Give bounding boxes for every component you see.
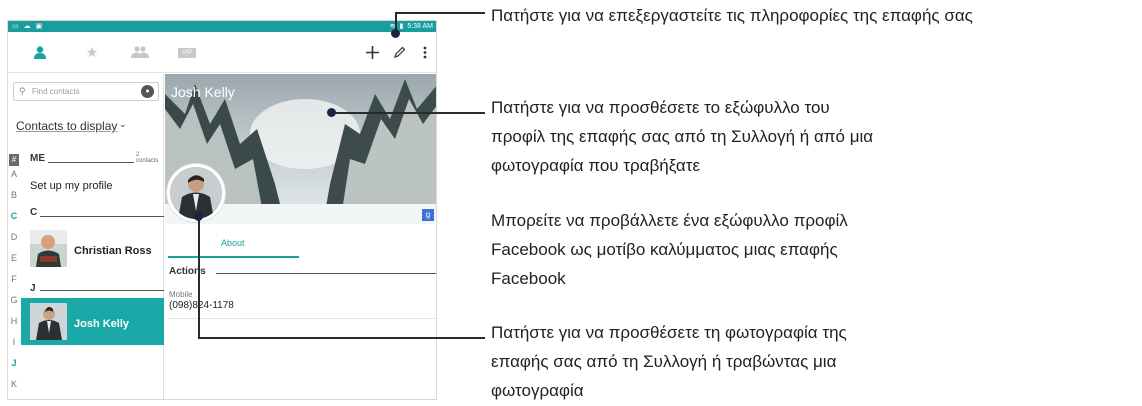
contact-name[interactable]: Josh Kelly bbox=[74, 318, 129, 330]
callout-photo-text-line3: φωτογραφία bbox=[491, 381, 584, 400]
alphabet-index[interactable]: # A B C D E F G H I J K bbox=[8, 154, 20, 399]
section-divider bbox=[48, 162, 134, 163]
index-letter[interactable]: J bbox=[8, 358, 20, 368]
callout-photo-text-line1: Πατήστε για να προσθέσετε τη φωτογραφία … bbox=[491, 323, 847, 342]
index-letter[interactable]: I bbox=[8, 337, 20, 347]
callout-cover-text-line3: φωτογραφία που τραβήξατε bbox=[491, 156, 701, 175]
section-header-j: J bbox=[30, 283, 36, 294]
tablet-screen: ▭ ☁ ▣ ≋ ▮ 5:38 AM ★ VIP ⚲ Find contacts … bbox=[7, 20, 437, 400]
tab-about[interactable]: About bbox=[221, 238, 245, 248]
christian-ross-avatar bbox=[30, 230, 67, 267]
app-bar: ★ VIP bbox=[8, 32, 436, 73]
more-vertical-icon bbox=[423, 46, 427, 58]
callout-edit-text: Πατήστε για να επεξεργαστείτε τις πληροφ… bbox=[491, 6, 973, 25]
mobile-number[interactable]: (098)824-1178 bbox=[169, 300, 234, 311]
section-divider bbox=[40, 216, 164, 217]
callout-dot-photo bbox=[194, 212, 203, 221]
index-letter[interactable]: F bbox=[8, 274, 20, 284]
me-count: 2 contacts bbox=[136, 152, 159, 164]
actions-divider bbox=[216, 273, 436, 274]
contacts-to-display-dropdown[interactable]: Contacts to display bbox=[16, 119, 117, 133]
tab-indicator bbox=[168, 256, 299, 258]
section-divider bbox=[40, 290, 164, 291]
tab-groups[interactable] bbox=[128, 42, 152, 62]
callout-dot-edit bbox=[391, 29, 400, 38]
status-notification-icons: ▭ ☁ ▣ bbox=[12, 21, 42, 32]
section-header-c: C bbox=[30, 207, 38, 218]
index-letter[interactable]: A bbox=[8, 169, 20, 179]
pencil-icon bbox=[394, 46, 406, 58]
plus-icon bbox=[365, 45, 379, 59]
search-input[interactable]: ⚲ Find contacts ● bbox=[13, 82, 159, 101]
mobile-label: Mobile bbox=[169, 290, 193, 299]
status-time: 5:38 AM bbox=[407, 23, 433, 30]
callout-facebook-text-line1: Μπορείτε να προβάλλετε ένα εξώφυλλο προφ… bbox=[491, 211, 848, 230]
tab-vip[interactable]: VIP bbox=[178, 48, 196, 58]
row-divider bbox=[168, 318, 436, 319]
tab-favorites[interactable]: ★ bbox=[80, 42, 104, 62]
battery-icon: ▮ bbox=[399, 23, 404, 30]
callout-cover-text-line2: προφίλ της επαφής σας από τη Συλλογή ή α… bbox=[491, 127, 874, 146]
microphone-icon[interactable]: ● bbox=[141, 85, 154, 98]
index-letter[interactable]: E bbox=[8, 253, 20, 263]
edit-contact-button[interactable] bbox=[392, 40, 408, 64]
callout-facebook-text-line2: Facebook ως μοτίβο καλύμματος μιας επαφή… bbox=[491, 240, 838, 259]
add-contact-button[interactable] bbox=[364, 40, 380, 64]
tab-contacts[interactable] bbox=[28, 42, 52, 62]
callout-facebook-text-line3: Facebook bbox=[491, 269, 566, 288]
vip-label: VIP bbox=[182, 50, 192, 56]
index-letter[interactable]: B bbox=[8, 190, 20, 200]
overflow-menu-button[interactable] bbox=[420, 40, 430, 64]
cloud-notification-icon: ☁ bbox=[23, 23, 31, 30]
index-hash[interactable]: # bbox=[9, 154, 19, 166]
search-icon: ⚲ bbox=[19, 86, 26, 96]
contact-name-header: Josh Kelly bbox=[171, 84, 235, 100]
callout-line-edit-horizontal bbox=[395, 12, 485, 14]
chevron-down-icon[interactable]: ⌄ bbox=[119, 119, 127, 130]
index-letter[interactable]: C bbox=[8, 211, 20, 221]
photo-notification-icon: ▭ bbox=[12, 23, 19, 30]
callout-photo-text-line2: επαφής σας από τη Συλλογή ή τραβώντας μι… bbox=[491, 352, 837, 371]
contacts-list-pane: ⚲ Find contacts ● Contacts to display ⌄ … bbox=[8, 74, 164, 399]
actions-header: Actions bbox=[169, 266, 206, 277]
index-letter[interactable]: D bbox=[8, 232, 20, 242]
josh-kelly-avatar bbox=[30, 303, 67, 340]
callout-cover-text-line1: Πατήστε για να προσθέσετε το εξώφυλλο το… bbox=[491, 98, 830, 117]
gallery-notification-icon: ▣ bbox=[35, 23, 43, 30]
index-letter[interactable]: H bbox=[8, 316, 20, 326]
index-letter[interactable]: G bbox=[8, 295, 20, 305]
callout-line-photo-vertical bbox=[198, 217, 200, 339]
contact-name[interactable]: Christian Ross bbox=[74, 245, 152, 257]
status-bar: ▭ ☁ ▣ ≋ ▮ 5:38 AM bbox=[8, 21, 436, 32]
callout-line-cover bbox=[331, 112, 485, 114]
group-icon bbox=[131, 46, 149, 58]
google-plus-icon: g bbox=[422, 209, 434, 221]
setup-profile-item[interactable]: Set up my profile bbox=[30, 180, 113, 192]
person-icon bbox=[34, 45, 46, 59]
section-header-me: ME bbox=[30, 153, 45, 164]
index-letter[interactable]: K bbox=[8, 379, 20, 389]
search-placeholder: Find contacts bbox=[32, 87, 80, 96]
callout-dot-cover bbox=[327, 108, 336, 117]
callout-line-photo-horizontal bbox=[198, 337, 485, 339]
star-icon: ★ bbox=[85, 43, 99, 60]
